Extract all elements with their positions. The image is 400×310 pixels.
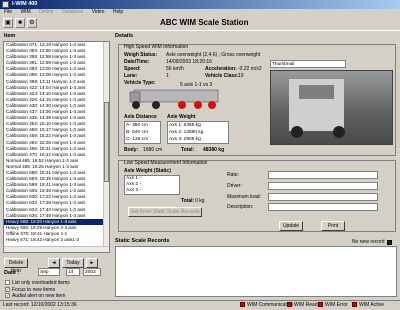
menu-bar: File WIM Define Database Video Help	[0, 9, 400, 16]
audial-alert-checkbox[interactable]: ✓	[5, 293, 10, 298]
truck-wheel-right	[333, 126, 345, 138]
menu-define[interactable]: Define	[39, 9, 53, 15]
focus-new-checkbox[interactable]: ✓	[5, 287, 10, 292]
wim-error-led-icon	[318, 302, 323, 307]
application-window: I-WIM 400 File WIM Define Database Video…	[0, 0, 400, 310]
item-list[interactable]: Calibration 371: 12:19 Hanyon 1-3 axis Ca…	[3, 41, 110, 253]
axle-distance-b: B- 540 cm	[126, 130, 148, 135]
axle-distance-label: Axle Distance	[124, 114, 157, 120]
vehicle-class-value: 19	[238, 73, 244, 79]
date-label: Date :	[4, 270, 20, 276]
menu-database[interactable]: Database	[62, 9, 83, 15]
acceleration-label: Acceleration:	[205, 66, 237, 72]
get-from-static-button[interactable]: Get From Static Scale Records	[128, 207, 202, 217]
print-button[interactable]: Print	[321, 221, 345, 231]
vehicle-axle-diagram-icon	[129, 89, 219, 109]
list-item[interactable]: Heavy 671: 18:42 Hanyon 3 axis1-2	[4, 237, 109, 243]
static-records-list[interactable]	[115, 246, 397, 297]
max-load-label: Maximum load:	[227, 194, 261, 200]
scroll-thumb[interactable]	[104, 102, 109, 182]
static-axle-3: Axs 3 -	[126, 188, 141, 193]
record-indicator-icon	[387, 240, 392, 245]
axle-distance-c: C- 130 cm	[126, 137, 149, 142]
wim-read-label: WIM Read	[294, 302, 318, 308]
wim-read-led-icon	[287, 302, 292, 307]
app-title: ABC WIM Scale Station	[160, 18, 249, 27]
date-year-select[interactable]: 2003	[83, 268, 101, 276]
item-list-rows: Calibration 371: 12:19 Hanyon 1-3 axis Ca…	[4, 42, 109, 243]
acceleration-value: -0.22 m/s2	[238, 66, 262, 72]
list-horizontal-scrollbar[interactable]	[4, 246, 109, 252]
menu-video[interactable]: Video	[92, 9, 105, 15]
speed-value: 56 km/h	[166, 66, 184, 72]
date-month-select[interactable]: Sep	[38, 268, 60, 276]
open-icon[interactable]: ▣	[3, 18, 13, 28]
driver-input[interactable]	[268, 182, 378, 190]
save-icon[interactable]: ■	[15, 18, 25, 28]
lane-label: Lane:	[124, 73, 138, 79]
item-panel-title: Item	[4, 33, 16, 39]
axle-weight-static-label: Axle Weight (Static)	[124, 168, 171, 174]
axle-weight-3: Axs 3: 2905 kg	[169, 137, 201, 142]
total-weight-label: Total:	[181, 147, 195, 153]
vehicle-type-label: Vehicle Type:	[124, 80, 156, 86]
menu-wim[interactable]: WIM	[20, 9, 30, 15]
axle-weight-2: Axs 2: 13690 kg	[169, 130, 204, 135]
description-label: Description:	[227, 204, 254, 210]
static-total-label: Total:	[181, 198, 195, 204]
settings-icon[interactable]: ⚙	[27, 18, 37, 28]
axle-weight-1: Axs 1: 6355 kg	[169, 123, 201, 128]
description-input[interactable]	[268, 203, 378, 211]
no-new-record-label: No new record	[352, 239, 385, 245]
body-value: 1680 cm	[143, 147, 163, 153]
truck-windshield	[299, 85, 334, 99]
delete-item-button[interactable]: Delete Item	[4, 258, 28, 274]
wim-active-led-icon	[352, 302, 357, 307]
axle-distance-a: A- 380 cm	[126, 123, 148, 128]
list-vertical-scrollbar[interactable]	[103, 42, 109, 252]
vehicle-class-label: Vehicle Class:	[205, 73, 239, 79]
lane-value: 1	[166, 73, 169, 79]
truck-wheel-left	[291, 126, 303, 138]
axle-weight-label: Axle Weight	[167, 114, 196, 120]
date-day-select[interactable]: 14	[66, 268, 80, 276]
vehicle-photo	[270, 70, 393, 145]
next-day-button[interactable]: ►	[86, 258, 98, 268]
total-weight-value: 48380 kg	[203, 147, 225, 153]
prev-day-button[interactable]: ◄	[48, 258, 60, 268]
body-label: Body:	[124, 147, 139, 153]
weigh-status-value: Axle overweight (2,4,6) ; Gross overweig…	[166, 52, 261, 58]
datetime-label: Date/Time:	[124, 59, 150, 65]
wim-error-label: WIM Error	[325, 302, 348, 308]
low-speed-group-title: Low Speed Measurement Information	[124, 160, 208, 166]
max-load-input[interactable]	[268, 193, 378, 201]
speed-label: Speed:	[124, 66, 141, 72]
static-records-title: Static Scale Records	[115, 238, 170, 244]
wim-active-label: WIM Active	[359, 302, 385, 308]
last-record-text: Last record: 12/10/2002 13:15:36	[3, 302, 77, 308]
window-title: I-WIM 400	[12, 1, 38, 7]
static-axle-list[interactable]: Axs 1 - Axs 2 - Axs 3 -	[124, 175, 180, 195]
high-speed-group-title: High Speed WIM Information	[124, 44, 189, 50]
app-icon	[2, 1, 9, 8]
audial-alert-label: Audial alert on new item	[12, 293, 66, 299]
datetime-value: 14/09/2003 18:20:16	[166, 59, 212, 65]
axle-distance-list[interactable]: A- 380 cm B- 540 cm C- 130 cm	[124, 121, 161, 144]
overloaded-only-checkbox[interactable]	[5, 280, 10, 285]
static-total-value: 0 kg	[195, 198, 205, 204]
overloaded-only-label: List only overloaded items	[12, 280, 70, 286]
rate-input[interactable]	[268, 171, 378, 179]
thumbnail-select[interactable]: Thumbnail	[270, 60, 346, 68]
menu-help[interactable]: Help	[113, 9, 123, 15]
weigh-status-label: Weigh Status:	[124, 52, 158, 58]
driver-label: Driver:	[227, 183, 242, 189]
rate-label: Rate:	[227, 172, 239, 178]
title-bar: I-WIM 400	[0, 0, 400, 9]
today-button[interactable]: Today	[62, 258, 84, 268]
axle-weight-list[interactable]: Axs 1: 6355 kg Axs 2: 13690 kg Axs 3: 29…	[167, 121, 229, 144]
menu-file[interactable]: File	[4, 9, 12, 15]
update-button[interactable]: Update	[279, 221, 303, 231]
details-panel-title: Details	[115, 33, 134, 39]
wim-communication-led-icon	[240, 302, 245, 307]
